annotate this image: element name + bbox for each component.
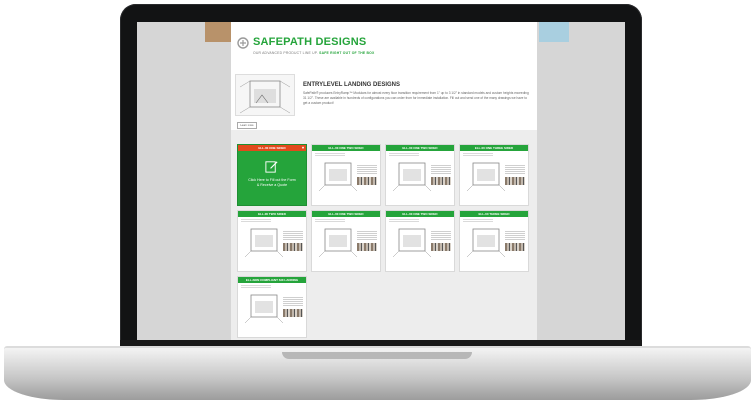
product-drawing — [244, 294, 284, 324]
quote-card-line-2: & Receive a Quote — [256, 183, 288, 187]
edit-form-icon — [265, 161, 278, 173]
product-card[interactable]: ELL-00 ONE TWO SIDED — [311, 210, 381, 272]
product-card[interactable]: ELL-00 TWO SIDED — [237, 210, 307, 272]
product-card-specs — [505, 231, 525, 241]
product-card-specs — [283, 297, 303, 307]
brand-tagline: OUR ADVANCED PRODUCT LINE UP. SAFE RIGHT… — [253, 51, 374, 55]
background-decoration-right — [539, 22, 569, 42]
product-card[interactable]: ELL-00 ONE TWO SIDED — [311, 144, 381, 206]
product-card-title: ELL-00 ONE TWO SIDED — [312, 145, 380, 151]
material-swatches — [357, 243, 377, 251]
background-decoration-left — [205, 22, 231, 42]
product-card-specs — [505, 165, 525, 175]
material-swatches — [357, 177, 377, 185]
product-drawing — [392, 162, 432, 192]
material-swatches — [283, 243, 303, 251]
learn-more-button[interactable]: Learn more — [237, 122, 257, 129]
product-card-specs — [357, 231, 377, 241]
quote-card-text: Click Here to Fill out the Form & Receiv… — [240, 178, 304, 188]
product-card[interactable]: ELL-NON COMPLIANT SIX LANDING — [237, 276, 307, 338]
quote-card-title: ELL-00 ONE SIDED ▾ — [238, 145, 306, 151]
product-card-title: ELL-00 THREE SIDED — [460, 211, 528, 217]
product-card[interactable]: ELL-00 THREE SIDED — [459, 210, 529, 272]
site-header: SAFEPATH DESIGNS OUR ADVANCED PRODUCT LI… — [231, 22, 537, 69]
chevron-down-icon[interactable]: ▾ — [302, 145, 304, 151]
product-grid: ELL-00 ONE SIDED ▾ Click Here to Fill out… — [231, 138, 537, 340]
product-card-specs — [431, 165, 451, 175]
product-card-title: ELL-00 ONE THREE SIDED — [460, 145, 528, 151]
laptop-notch — [282, 352, 472, 359]
product-drawing — [244, 228, 284, 258]
product-card-title: ELL-00 ONE TWO SIDED — [386, 211, 454, 217]
product-card[interactable]: ELL-00 ONE THREE SIDED — [459, 144, 529, 206]
product-card[interactable]: ELL-00 ONE TWO SIDED — [385, 144, 455, 206]
material-swatches — [505, 243, 525, 251]
product-card-title: ELL-NON COMPLIANT SIX LANDING — [238, 277, 306, 283]
product-drawing — [392, 228, 432, 258]
hero-description: SafePath® produces EntryRamp™ Modulars f… — [303, 91, 529, 105]
product-card-title: ELL-00 TWO SIDED — [238, 211, 306, 217]
product-drawing — [318, 162, 358, 192]
product-card-specs — [357, 165, 377, 175]
web-page: SAFEPATH DESIGNS OUR ADVANCED PRODUCT LI… — [231, 22, 537, 340]
laptop-screen: SAFEPATH DESIGNS OUR ADVANCED PRODUCT LI… — [137, 22, 625, 340]
product-card-specs — [283, 231, 303, 241]
material-swatches — [283, 309, 303, 317]
material-swatches — [505, 177, 525, 185]
product-card-specs — [431, 231, 451, 241]
hero-drawing-image — [235, 74, 295, 116]
product-card-title: ELL-00 ONE TWO SIDED — [386, 145, 454, 151]
quote-card-title-text: ELL-00 ONE SIDED — [258, 146, 286, 150]
material-swatches — [431, 177, 451, 185]
product-drawing — [466, 228, 506, 258]
brand-name[interactable]: SAFEPATH DESIGNS — [253, 36, 366, 48]
tagline-start: OUR ADVANCED PRODUCT LINE UP. — [253, 51, 318, 55]
product-drawing — [318, 228, 358, 258]
product-drawing — [466, 162, 506, 192]
logo-icon — [237, 37, 249, 49]
product-card-title: ELL-00 ONE TWO SIDED — [312, 211, 380, 217]
product-card[interactable]: ELL-00 ONE TWO SIDED — [385, 210, 455, 272]
hero-section: ENTRYLEVEL LANDING DESIGNS SafePath® pro… — [231, 68, 537, 130]
hero-title: ENTRYLEVEL LANDING DESIGNS — [303, 82, 401, 88]
tagline-accent: SAFE RIGHT OUT OF THE BOX — [319, 51, 375, 55]
quote-form-card[interactable]: ELL-00 ONE SIDED ▾ Click Here to Fill out… — [237, 144, 307, 206]
material-swatches — [431, 243, 451, 251]
